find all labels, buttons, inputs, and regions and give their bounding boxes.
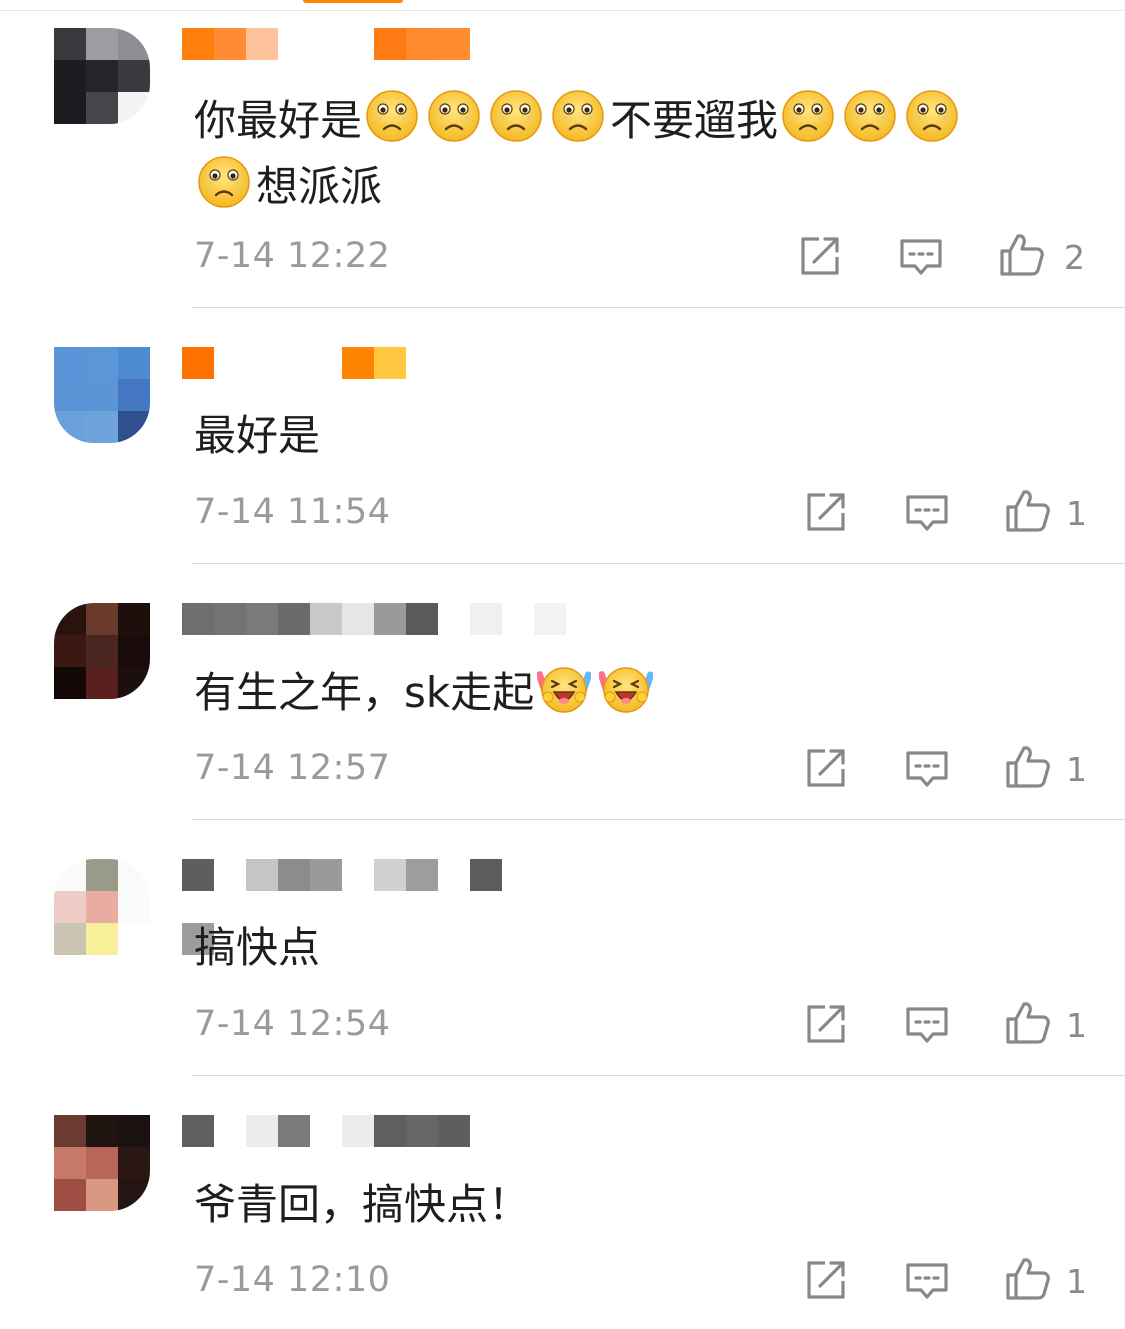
avatar[interactable] xyxy=(54,1115,150,1211)
share-icon[interactable] xyxy=(803,489,849,535)
username-masked[interactable] xyxy=(182,28,582,60)
sad-tearful-face-icon xyxy=(843,89,897,143)
comment-text: 最好是 xyxy=(194,411,321,460)
comment-timestamp: 7-14 12:57 xyxy=(194,748,391,788)
like-count: 1 xyxy=(1066,1262,1087,1301)
sad-tearful-face-icon xyxy=(489,89,543,143)
sad-tearful-face-icon xyxy=(197,155,251,209)
share-icon[interactable] xyxy=(803,1001,849,1047)
comment-text: 有生之年，sk走起 xyxy=(194,660,1054,726)
comment-divider xyxy=(192,307,1125,308)
cheering-face-icon xyxy=(536,661,593,715)
username-masked[interactable] xyxy=(182,603,582,635)
reply-icon[interactable] xyxy=(904,491,950,537)
like-icon[interactable] xyxy=(1004,1000,1050,1046)
comment-divider xyxy=(192,819,1125,820)
like-icon[interactable] xyxy=(1004,488,1050,534)
comment-text: 你最好是 不要遛我 想派派 xyxy=(194,88,1054,220)
sad-tearful-face-icon xyxy=(551,89,605,143)
active-tab-indicator xyxy=(303,0,403,3)
sad-tearful-face-icon xyxy=(427,89,481,143)
username-masked[interactable] xyxy=(182,347,582,379)
top-divider xyxy=(0,10,1125,11)
comment-divider xyxy=(192,563,1125,564)
share-icon[interactable] xyxy=(803,1257,849,1303)
avatar[interactable] xyxy=(54,603,150,699)
like-icon[interactable] xyxy=(1004,1256,1050,1302)
sad-tearful-face-icon xyxy=(905,89,959,143)
username-masked[interactable] xyxy=(182,1115,582,1147)
like-count: 1 xyxy=(1066,750,1087,789)
comment-timestamp: 7-14 12:54 xyxy=(194,1004,391,1044)
reply-icon[interactable] xyxy=(904,1003,950,1049)
comment-timestamp: 7-14 11:54 xyxy=(194,492,391,532)
like-icon[interactable] xyxy=(1004,744,1050,790)
comment-divider xyxy=(192,1075,1125,1076)
like-count: 1 xyxy=(1066,1006,1087,1045)
comment-list: 你最好是 不要遛我 想派派 7-14 12:22 2 最好是 7-14 11:54 … xyxy=(0,0,1125,1329)
comment-text: 搞快点 xyxy=(194,923,321,972)
username-masked[interactable] xyxy=(182,859,582,891)
like-count: 2 xyxy=(1064,238,1085,277)
comment-text: 爷青回，搞快点！ xyxy=(194,1180,531,1229)
reply-icon[interactable] xyxy=(898,235,944,281)
sad-tearful-face-icon xyxy=(781,89,835,143)
cheering-face-icon xyxy=(598,661,655,715)
avatar[interactable] xyxy=(54,859,150,955)
sad-tearful-face-icon xyxy=(365,89,419,143)
comment-timestamp: 7-14 12:22 xyxy=(194,236,391,276)
share-icon[interactable] xyxy=(797,233,843,279)
like-count: 1 xyxy=(1066,494,1087,533)
avatar[interactable] xyxy=(54,28,150,124)
reply-icon[interactable] xyxy=(904,1259,950,1305)
like-icon[interactable] xyxy=(998,232,1044,278)
comment-timestamp: 7-14 12:10 xyxy=(194,1260,391,1300)
reply-icon[interactable] xyxy=(904,747,950,793)
avatar[interactable] xyxy=(54,347,150,443)
share-icon[interactable] xyxy=(803,745,849,791)
